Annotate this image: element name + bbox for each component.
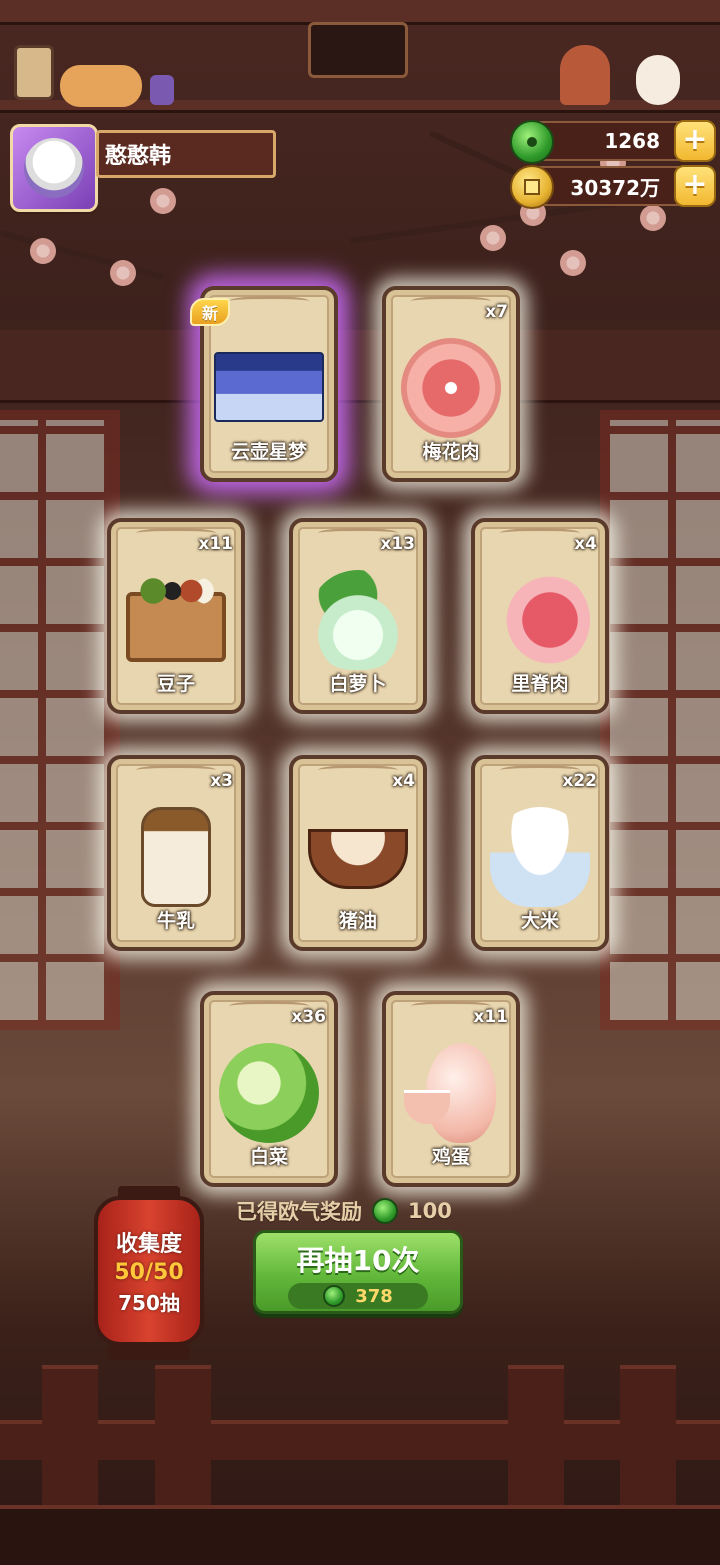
reward-card-8[interactable]: x36 白菜 — [200, 991, 338, 1187]
card-count: x22 — [562, 771, 597, 791]
card-count: x36 — [291, 1007, 326, 1027]
player-name: 憨憨韩 — [105, 144, 172, 169]
bonus-value: 100 — [408, 1199, 452, 1223]
card-count: x11 — [198, 534, 233, 554]
card-count: x7 — [485, 302, 508, 322]
collection-draws: 750抽 — [118, 1291, 180, 1315]
jade-amount: 1268 — [604, 129, 660, 153]
reward-card-0[interactable]: 新 云壶星梦 — [190, 286, 338, 482]
jade-icon — [510, 120, 554, 164]
jade-currency: 1268 + — [510, 120, 716, 164]
coin-currency: 30372万 + — [510, 165, 716, 209]
reward-card-6[interactable]: x4 猪油 — [289, 755, 427, 951]
reward-card-2[interactable]: x11 豆子 — [107, 518, 245, 714]
card-label: 豆子 — [156, 673, 195, 695]
draw-cost-value: 378 — [355, 1285, 393, 1307]
pork-shoulder-icon — [401, 338, 501, 438]
reward-card-3[interactable]: x13 白萝卜 — [289, 518, 427, 714]
card-count: x13 — [380, 534, 415, 554]
beans-box-icon — [126, 578, 226, 662]
card-count: x11 — [473, 1007, 508, 1027]
card-label: 白萝卜 — [329, 673, 387, 695]
reward-card-5[interactable]: x3 牛乳 — [107, 755, 245, 951]
card-label: 鸡蛋 — [431, 1146, 470, 1168]
cabbage-icon — [219, 1043, 319, 1143]
rice-bowl-icon — [490, 807, 590, 907]
card-label: 牛乳 — [156, 910, 195, 932]
new-badge: 新 — [190, 298, 231, 326]
add-coins-button[interactable]: + — [674, 165, 716, 207]
card-label: 大米 — [520, 910, 559, 932]
card-label: 梅花肉 — [422, 441, 480, 463]
tenderloin-icon — [490, 570, 590, 670]
bonus-reward-line: 已得欧气奖励 100 — [236, 1196, 452, 1226]
draw-again-label: 再抽10次 — [296, 1244, 420, 1277]
player-avatar[interactable] — [10, 124, 98, 212]
banner-art-icon — [214, 352, 324, 422]
reward-card-7[interactable]: x22 大米 — [471, 755, 609, 951]
card-label: 云壶星梦 — [230, 441, 307, 463]
collection-progress: 50/50 — [114, 1260, 184, 1285]
collection-progress-lantern[interactable]: 收集度 50/50 750抽 — [94, 1186, 204, 1360]
collection-title: 收集度 — [115, 1232, 182, 1257]
card-count: x3 — [210, 771, 233, 791]
reward-card-9[interactable]: x11 鸡蛋 — [382, 991, 520, 1187]
reward-card-1[interactable]: x7 梅花肉 — [382, 286, 520, 482]
card-label: 白菜 — [249, 1146, 288, 1168]
player-name-plate: 憨憨韩 — [96, 130, 276, 178]
milk-jar-icon — [141, 807, 211, 907]
draw-cost: 378 — [288, 1283, 428, 1309]
bonus-label: 已得欧气奖励 — [236, 1200, 362, 1224]
draw-again-button[interactable]: 再抽10次 378 — [253, 1230, 463, 1314]
jade-icon — [372, 1198, 398, 1224]
coin-icon — [510, 165, 554, 209]
jade-icon — [323, 1285, 346, 1307]
card-label: 里脊肉 — [511, 673, 569, 695]
lard-bowl-icon — [308, 829, 408, 889]
white-radish-icon — [308, 570, 408, 670]
add-jade-button[interactable]: + — [674, 120, 716, 162]
card-count: x4 — [574, 534, 597, 554]
card-label: 猪油 — [338, 910, 377, 932]
coin-amount: 30372万 — [570, 175, 660, 200]
reward-card-4[interactable]: x4 里脊肉 — [471, 518, 609, 714]
avatar-portrait — [24, 138, 84, 198]
card-count: x4 — [392, 771, 415, 791]
